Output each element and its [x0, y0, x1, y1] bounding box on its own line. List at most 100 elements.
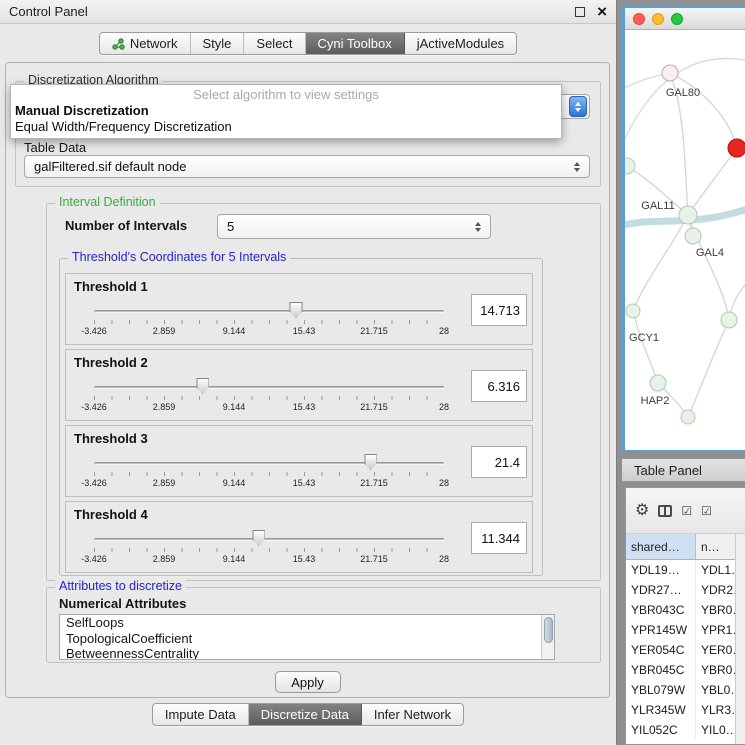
slider-thumb[interactable] [290, 302, 303, 318]
zoom-traffic-light-icon[interactable] [671, 13, 683, 25]
network-node[interactable] [681, 410, 695, 424]
tab-select[interactable]: Select [244, 33, 305, 54]
table-row[interactable]: YDR27…YDR2… [626, 580, 735, 600]
list-item[interactable]: BetweennessCentrality [60, 646, 554, 660]
tab-label: Style [203, 36, 232, 51]
threshold-panel: Threshold 3 -3.426 2.859 9.144 15.43 21.… [65, 425, 533, 497]
network-node[interactable] [650, 375, 666, 391]
columns-icon[interactable] [658, 505, 672, 517]
cell-name[interactable]: YDL1… [696, 560, 735, 580]
table-row[interactable]: YBR043CYBR0… [626, 600, 735, 620]
combo-arrows-icon[interactable] [569, 156, 585, 177]
tab-infer-network[interactable]: Infer Network [362, 704, 463, 725]
slider-thumb[interactable] [252, 530, 265, 546]
table-row[interactable]: YDL19…YDL1… [626, 560, 735, 580]
network-node[interactable] [662, 65, 678, 81]
table-row[interactable]: YBL079WYBL0… [626, 680, 735, 700]
threshold-value-field[interactable]: 11.344 [471, 522, 527, 554]
tab-network[interactable]: Network [100, 33, 191, 54]
select-columns-checkbox-icon[interactable]: ☑ [701, 505, 712, 517]
list-item[interactable]: TopologicalCoefficient [60, 631, 554, 647]
table-scrollbar[interactable] [735, 534, 745, 744]
window-title: Control Panel [9, 4, 88, 19]
network-window-titlebar[interactable] [625, 8, 745, 30]
network-node[interactable] [721, 312, 737, 328]
select-all-checkbox-icon[interactable]: ☑ [681, 505, 692, 517]
control-panel-titlebar[interactable]: Control Panel × [0, 0, 616, 24]
threshold-slider[interactable] [94, 302, 444, 320]
table-row[interactable]: YIL052CYIL0… [626, 720, 735, 740]
cell-shared-name[interactable]: YER054C [626, 640, 696, 660]
cell-name[interactable]: YDR2… [696, 580, 735, 600]
attributes-list[interactable]: SelfLoops TopologicalCoefficient Between… [59, 614, 555, 660]
slider-thumb[interactable] [364, 454, 377, 470]
dropdown-option-manual[interactable]: Manual Discretization [11, 103, 561, 119]
cell-shared-name[interactable]: YBL079W [626, 680, 696, 700]
cell-shared-name[interactable]: YBR045C [626, 660, 696, 680]
num-intervals-combobox[interactable]: 5 [217, 214, 491, 239]
threshold-label: Threshold 2 [74, 355, 148, 370]
cell-shared-name[interactable]: YDL19… [626, 560, 696, 580]
table-data-combobox[interactable]: galFiltered.sif default node [24, 155, 590, 178]
minimize-traffic-light-icon[interactable] [652, 13, 664, 25]
combo-arrows-icon[interactable] [470, 215, 486, 238]
tab-jactivemodules[interactable]: jActiveModules [405, 33, 516, 54]
network-node[interactable] [626, 304, 640, 318]
slider-track[interactable] [94, 462, 444, 465]
table-row[interactable]: YBR045CYBR0… [626, 660, 735, 680]
threshold-panel: Threshold 4 -3.426 2.859 9.144 15.43 21.… [65, 501, 533, 573]
network-node[interactable] [685, 228, 701, 244]
threshold-slider[interactable] [94, 530, 444, 548]
tab-impute-data[interactable]: Impute Data [153, 704, 249, 725]
threshold-value-field[interactable]: 14.713 [471, 294, 527, 326]
apply-button[interactable]: Apply [275, 671, 341, 693]
cell-name[interactable]: YBR0… [696, 600, 735, 620]
network-node[interactable] [679, 206, 697, 224]
network-node[interactable] [625, 158, 635, 174]
cell-name[interactable]: YLR3… [696, 700, 735, 720]
slider-scale-label: 9.144 [223, 478, 246, 488]
cell-name[interactable]: YER0… [696, 640, 735, 660]
threshold-value-field[interactable]: 21.4 [471, 446, 527, 478]
tab-cyni-toolbox[interactable]: Cyni Toolbox [306, 33, 405, 54]
column-header-shared-name[interactable]: shared… [626, 534, 696, 559]
cell-name[interactable]: YPR1… [696, 620, 735, 640]
slider-scale-label: 21.715 [360, 554, 388, 564]
combo-arrows-icon[interactable] [569, 96, 587, 117]
tab-style[interactable]: Style [191, 33, 245, 54]
network-node-selected[interactable] [728, 139, 745, 157]
slider-track[interactable] [94, 386, 444, 389]
network-canvas[interactable]: GAL80 GAL11 GAL4 GCY1 HAP2 [625, 30, 745, 450]
threshold-slider[interactable] [94, 378, 444, 396]
node-label: GAL11 [641, 200, 674, 212]
table-panel-header[interactable]: Table Panel [622, 458, 745, 482]
dropdown-option-equal-width[interactable]: Equal Width/Frequency Discretization [11, 119, 561, 135]
cell-shared-name[interactable]: YPR145W [626, 620, 696, 640]
gear-icon[interactable]: ⚙ [635, 503, 649, 519]
close-traffic-light-icon[interactable] [633, 13, 645, 25]
table-row[interactable]: YPR145WYPR1… [626, 620, 735, 640]
cell-name[interactable]: YBR0… [696, 660, 735, 680]
threshold-value-field[interactable]: 6.316 [471, 370, 527, 402]
slider-thumb[interactable] [196, 378, 209, 394]
slider-scale-label: 28 [439, 326, 449, 336]
slider-track[interactable] [94, 310, 444, 313]
cell-name[interactable]: YBL0… [696, 680, 735, 700]
table-row[interactable]: YER054CYER0… [626, 640, 735, 660]
float-window-icon[interactable] [575, 7, 585, 17]
cell-shared-name[interactable]: YLR345W [626, 700, 696, 720]
threshold-slider[interactable] [94, 454, 444, 472]
slider-track[interactable] [94, 538, 444, 541]
cell-shared-name[interactable]: YIL052C [626, 720, 696, 740]
cell-name[interactable]: YIL0… [696, 720, 735, 740]
column-header-name[interactable]: n… [696, 534, 735, 559]
table-header-row: shared… n… [626, 534, 735, 560]
list-item[interactable]: SelfLoops [60, 615, 554, 631]
close-icon[interactable]: × [597, 7, 607, 17]
list-scrollbar[interactable] [541, 615, 554, 659]
cell-shared-name[interactable]: YBR043C [626, 600, 696, 620]
tab-discretize-data[interactable]: Discretize Data [249, 704, 362, 725]
scrollbar-thumb[interactable] [544, 617, 553, 643]
table-row[interactable]: YLR345WYLR3… [626, 700, 735, 720]
cell-shared-name[interactable]: YDR27… [626, 580, 696, 600]
